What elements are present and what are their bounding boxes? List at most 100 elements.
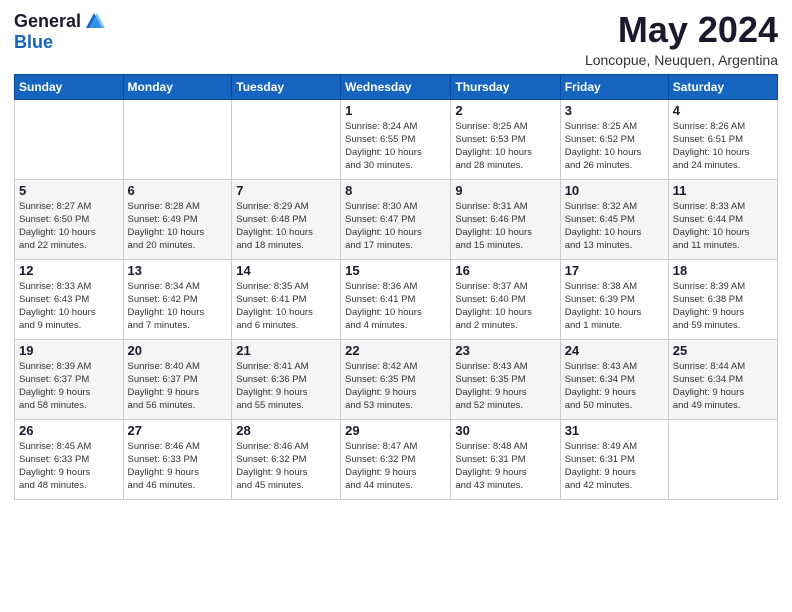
- calendar-cell: 10 Sunrise: 8:32 AM Sunset: 6:45 PM Dayli…: [560, 179, 668, 259]
- page: General Blue May 2024 Loncopue, Neuquen,…: [0, 0, 792, 612]
- weekday-header-thursday: Thursday: [451, 74, 560, 99]
- cell-day-number: 15: [345, 263, 446, 278]
- cell-day-number: 16: [455, 263, 555, 278]
- calendar-cell: 16 Sunrise: 8:37 AM Sunset: 6:40 PM Dayli…: [451, 259, 560, 339]
- cell-info-text: Sunrise: 8:44 AM Sunset: 6:34 PM Dayligh…: [673, 360, 773, 413]
- cell-info-text: Sunrise: 8:29 AM Sunset: 6:48 PM Dayligh…: [236, 200, 336, 253]
- cell-day-number: 10: [565, 183, 664, 198]
- cell-day-number: 21: [236, 343, 336, 358]
- calendar-cell: 9Sunrise: 8:31 AM Sunset: 6:46 PM Daylig…: [451, 179, 560, 259]
- cell-day-number: 30: [455, 423, 555, 438]
- cell-day-number: 22: [345, 343, 446, 358]
- calendar-cell: 31Sunrise: 8:49 AM Sunset: 6:31 PM Dayli…: [560, 419, 668, 499]
- logo-icon: [83, 10, 105, 32]
- cell-info-text: Sunrise: 8:43 AM Sunset: 6:35 PM Dayligh…: [455, 360, 555, 413]
- logo-blue-text: Blue: [14, 32, 53, 53]
- cell-info-text: Sunrise: 8:37 AM Sunset: 6:40 PM Dayligh…: [455, 280, 555, 333]
- calendar-cell: [232, 99, 341, 179]
- cell-info-text: Sunrise: 8:25 AM Sunset: 6:52 PM Dayligh…: [565, 120, 664, 173]
- cell-info-text: Sunrise: 8:39 AM Sunset: 6:38 PM Dayligh…: [673, 280, 773, 333]
- cell-day-number: 19: [19, 343, 119, 358]
- cell-info-text: Sunrise: 8:38 AM Sunset: 6:39 PM Dayligh…: [565, 280, 664, 333]
- cell-info-text: Sunrise: 8:47 AM Sunset: 6:32 PM Dayligh…: [345, 440, 446, 493]
- cell-info-text: Sunrise: 8:28 AM Sunset: 6:49 PM Dayligh…: [128, 200, 228, 253]
- weekday-header-friday: Friday: [560, 74, 668, 99]
- calendar-cell: 23 Sunrise: 8:43 AM Sunset: 6:35 PM Dayli…: [451, 339, 560, 419]
- cell-day-number: 20: [128, 343, 228, 358]
- cell-info-text: Sunrise: 8:24 AM Sunset: 6:55 PM Dayligh…: [345, 120, 446, 173]
- week-row-4: 26 Sunrise: 8:45 AM Sunset: 6:33 PM Dayli…: [15, 419, 778, 499]
- calendar-cell: [668, 419, 777, 499]
- calendar-cell: 8 Sunrise: 8:30 AM Sunset: 6:47 PM Daylig…: [341, 179, 451, 259]
- cell-day-number: 11: [673, 183, 773, 198]
- calendar-cell: 5Sunrise: 8:27 AM Sunset: 6:50 PM Daylig…: [15, 179, 124, 259]
- cell-info-text: Sunrise: 8:31 AM Sunset: 6:46 PM Dayligh…: [455, 200, 555, 253]
- main-title: May 2024: [585, 10, 778, 50]
- cell-info-text: Sunrise: 8:41 AM Sunset: 6:36 PM Dayligh…: [236, 360, 336, 413]
- calendar: SundayMondayTuesdayWednesdayThursdayFrid…: [14, 74, 778, 500]
- weekday-header-tuesday: Tuesday: [232, 74, 341, 99]
- calendar-cell: 7 Sunrise: 8:29 AM Sunset: 6:48 PM Daylig…: [232, 179, 341, 259]
- cell-day-number: 7: [236, 183, 336, 198]
- cell-day-number: 1: [345, 103, 446, 118]
- calendar-cell: [123, 99, 232, 179]
- cell-info-text: Sunrise: 8:39 AM Sunset: 6:37 PM Dayligh…: [19, 360, 119, 413]
- cell-info-text: Sunrise: 8:34 AM Sunset: 6:42 PM Dayligh…: [128, 280, 228, 333]
- cell-day-number: 25: [673, 343, 773, 358]
- cell-info-text: Sunrise: 8:35 AM Sunset: 6:41 PM Dayligh…: [236, 280, 336, 333]
- cell-info-text: Sunrise: 8:33 AM Sunset: 6:44 PM Dayligh…: [673, 200, 773, 253]
- cell-day-number: 13: [128, 263, 228, 278]
- calendar-cell: 25 Sunrise: 8:44 AM Sunset: 6:34 PM Dayli…: [668, 339, 777, 419]
- cell-info-text: Sunrise: 8:30 AM Sunset: 6:47 PM Dayligh…: [345, 200, 446, 253]
- cell-info-text: Sunrise: 8:36 AM Sunset: 6:41 PM Dayligh…: [345, 280, 446, 333]
- calendar-cell: 1 Sunrise: 8:24 AM Sunset: 6:55 PM Daylig…: [341, 99, 451, 179]
- calendar-cell: 22 Sunrise: 8:42 AM Sunset: 6:35 PM Dayli…: [341, 339, 451, 419]
- cell-info-text: Sunrise: 8:49 AM Sunset: 6:31 PM Dayligh…: [565, 440, 664, 493]
- calendar-cell: 28Sunrise: 8:46 AM Sunset: 6:32 PM Dayli…: [232, 419, 341, 499]
- cell-info-text: Sunrise: 8:32 AM Sunset: 6:45 PM Dayligh…: [565, 200, 664, 253]
- cell-day-number: 17: [565, 263, 664, 278]
- cell-day-number: 23: [455, 343, 555, 358]
- calendar-cell: 27 Sunrise: 8:46 AM Sunset: 6:33 PM Dayli…: [123, 419, 232, 499]
- cell-day-number: 8: [345, 183, 446, 198]
- calendar-cell: 6Sunrise: 8:28 AM Sunset: 6:49 PM Daylig…: [123, 179, 232, 259]
- weekday-row: SundayMondayTuesdayWednesdayThursdayFrid…: [15, 74, 778, 99]
- cell-info-text: Sunrise: 8:45 AM Sunset: 6:33 PM Dayligh…: [19, 440, 119, 493]
- weekday-header-sunday: Sunday: [15, 74, 124, 99]
- calendar-cell: 13 Sunrise: 8:34 AM Sunset: 6:42 PM Dayli…: [123, 259, 232, 339]
- cell-info-text: Sunrise: 8:48 AM Sunset: 6:31 PM Dayligh…: [455, 440, 555, 493]
- cell-info-text: Sunrise: 8:46 AM Sunset: 6:32 PM Dayligh…: [236, 440, 336, 493]
- cell-info-text: Sunrise: 8:43 AM Sunset: 6:34 PM Dayligh…: [565, 360, 664, 413]
- cell-info-text: Sunrise: 8:33 AM Sunset: 6:43 PM Dayligh…: [19, 280, 119, 333]
- cell-day-number: 27: [128, 423, 228, 438]
- cell-info-text: Sunrise: 8:46 AM Sunset: 6:33 PM Dayligh…: [128, 440, 228, 493]
- cell-day-number: 4: [673, 103, 773, 118]
- calendar-cell: 18 Sunrise: 8:39 AM Sunset: 6:38 PM Dayli…: [668, 259, 777, 339]
- logo: General Blue: [14, 10, 105, 53]
- calendar-cell: [15, 99, 124, 179]
- calendar-cell: 26 Sunrise: 8:45 AM Sunset: 6:33 PM Dayli…: [15, 419, 124, 499]
- calendar-cell: 2Sunrise: 8:25 AM Sunset: 6:53 PM Daylig…: [451, 99, 560, 179]
- cell-info-text: Sunrise: 8:26 AM Sunset: 6:51 PM Dayligh…: [673, 120, 773, 173]
- weekday-header-monday: Monday: [123, 74, 232, 99]
- cell-day-number: 26: [19, 423, 119, 438]
- calendar-body: 1 Sunrise: 8:24 AM Sunset: 6:55 PM Daylig…: [15, 99, 778, 499]
- calendar-header: SundayMondayTuesdayWednesdayThursdayFrid…: [15, 74, 778, 99]
- week-row-2: 12 Sunrise: 8:33 AM Sunset: 6:43 PM Dayli…: [15, 259, 778, 339]
- cell-day-number: 2: [455, 103, 555, 118]
- cell-day-number: 18: [673, 263, 773, 278]
- cell-day-number: 12: [19, 263, 119, 278]
- calendar-cell: 21 Sunrise: 8:41 AM Sunset: 6:36 PM Dayli…: [232, 339, 341, 419]
- cell-info-text: Sunrise: 8:27 AM Sunset: 6:50 PM Dayligh…: [19, 200, 119, 253]
- cell-day-number: 24: [565, 343, 664, 358]
- cell-info-text: Sunrise: 8:42 AM Sunset: 6:35 PM Dayligh…: [345, 360, 446, 413]
- calendar-cell: 17 Sunrise: 8:38 AM Sunset: 6:39 PM Dayli…: [560, 259, 668, 339]
- calendar-cell: 11 Sunrise: 8:33 AM Sunset: 6:44 PM Dayli…: [668, 179, 777, 259]
- calendar-cell: 24 Sunrise: 8:43 AM Sunset: 6:34 PM Dayli…: [560, 339, 668, 419]
- calendar-cell: 19 Sunrise: 8:39 AM Sunset: 6:37 PM Dayli…: [15, 339, 124, 419]
- title-block: May 2024 Loncopue, Neuquen, Argentina: [585, 10, 778, 68]
- cell-info-text: Sunrise: 8:40 AM Sunset: 6:37 PM Dayligh…: [128, 360, 228, 413]
- cell-day-number: 29: [345, 423, 446, 438]
- weekday-header-saturday: Saturday: [668, 74, 777, 99]
- week-row-1: 5Sunrise: 8:27 AM Sunset: 6:50 PM Daylig…: [15, 179, 778, 259]
